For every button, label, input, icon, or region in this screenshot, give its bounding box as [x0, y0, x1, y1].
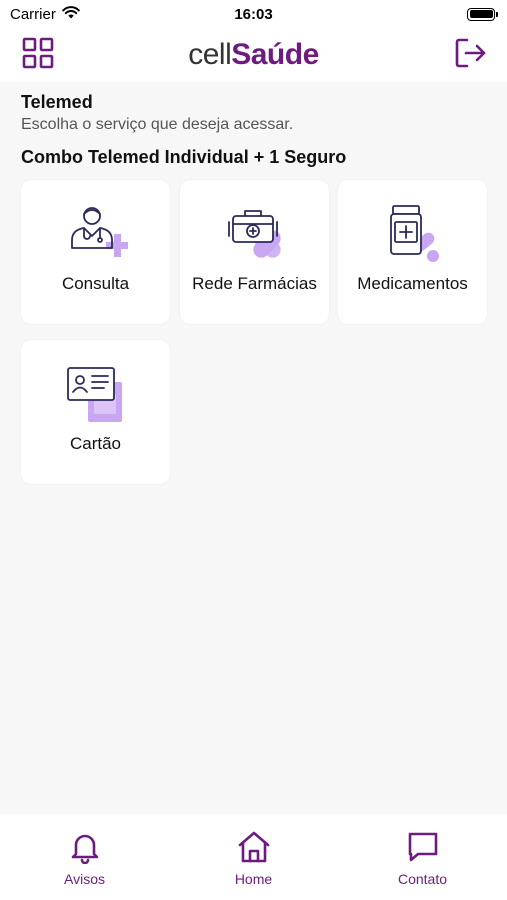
logo-part-cell: cell — [188, 38, 232, 71]
nav-label: Avisos — [64, 871, 105, 887]
medicine-bottle-icon — [381, 202, 445, 266]
service-card-label: Consulta — [61, 274, 130, 293]
nav-label: Home — [234, 871, 273, 887]
service-card-label: Medicamentos — [357, 274, 468, 293]
service-card-label: Cartão — [69, 434, 122, 453]
service-card-rede-farmacias[interactable]: Rede Farmácias — [180, 180, 329, 324]
service-card-label: Rede Farmácias — [192, 274, 317, 293]
nav-label: Contato — [397, 871, 448, 887]
logout-icon[interactable] — [453, 36, 487, 75]
service-card-consulta[interactable]: Consulta — [21, 180, 170, 324]
service-card-medicamentos[interactable]: Medicamentos — [338, 180, 487, 324]
bell-icon — [68, 830, 102, 869]
battery-icon — [467, 7, 498, 21]
wifi-icon — [62, 5, 80, 23]
nav-item-avisos[interactable]: Avisos — [25, 830, 145, 887]
carrier-label: Carrier — [10, 5, 56, 23]
bottom-nav: Avisos Home Contato — [0, 814, 507, 900]
page-title: Telemed — [21, 92, 93, 112]
service-card-cartao[interactable]: Cartão — [21, 340, 170, 484]
doctor-icon — [64, 202, 128, 266]
app-header: cellSaúde — [0, 28, 507, 82]
chat-icon — [406, 830, 440, 869]
nav-item-home[interactable]: Home — [194, 830, 314, 887]
home-icon — [237, 830, 271, 869]
battery-level — [469, 10, 493, 18]
id-card-icon — [64, 362, 128, 426]
logo-part-saude: Saúde — [231, 38, 319, 71]
status-left: Carrier — [10, 6, 80, 23]
page-subtitle: Escolha o serviço que deseja acessar. — [21, 116, 294, 133]
nav-item-contato[interactable]: Contato — [363, 830, 483, 887]
grid-icon[interactable] — [22, 37, 54, 74]
first-aid-kit-icon — [223, 202, 287, 266]
app-logo: cellSaúde — [188, 38, 319, 72]
status-bar: Carrier 16:03 — [0, 0, 507, 28]
combo-title: Combo Telemed Individual + 1 Seguro — [21, 147, 347, 167]
